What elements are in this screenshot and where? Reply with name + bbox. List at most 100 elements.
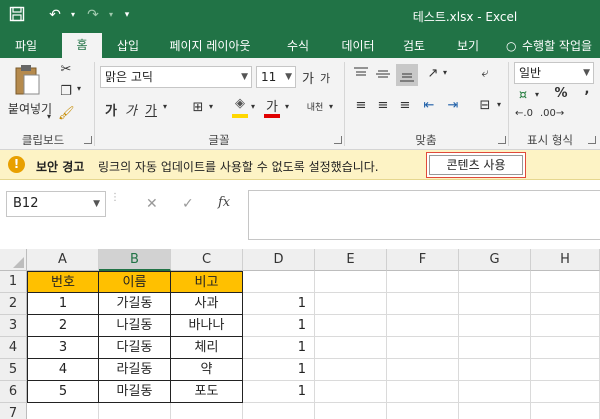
empty-cell[interactable] [315,337,387,359]
align-right-icon[interactable]: ≡ [396,98,414,113]
cancel-icon[interactable]: ✕ [146,196,158,212]
merge-center-icon[interactable]: ⊟ [476,98,494,113]
decrease-indent-icon[interactable]: ⇤ [420,98,438,113]
fill-color-dropdown-icon[interactable]: ▾ [248,102,258,111]
percent-button[interactable]: % [552,86,570,101]
empty-cell[interactable] [387,337,459,359]
align-top-icon[interactable] [352,66,370,86]
cell-a4[interactable]: 3 [27,337,99,359]
phonetic-dropdown-icon[interactable]: ▾ [326,102,336,111]
comma-button[interactable]: , [578,82,596,97]
worksheet-grid[interactable]: A B C D E F G H 1 2 3 4 5 6 7 번호 이름 비고 1… [0,245,600,419]
cell-a2[interactable]: 1 [27,293,99,315]
paste-button[interactable] [10,62,44,102]
row-header-1[interactable]: 1 [0,271,27,293]
tab-file[interactable]: 파일 [6,34,46,58]
tab-home[interactable]: 홈 [62,33,102,58]
merge-dropdown-icon[interactable]: ▾ [494,100,504,109]
font-size-select[interactable]: 11 ▼ [256,66,296,88]
phonetic-button[interactable]: 내천 [304,100,326,113]
border-dropdown-icon[interactable]: ▾ [206,102,216,111]
italic-button[interactable]: 가 [124,100,138,119]
empty-cell[interactable] [387,381,459,403]
empty-cell[interactable] [531,271,600,293]
cell-a5[interactable]: 4 [27,359,99,381]
empty-cell[interactable] [531,359,600,381]
enter-icon[interactable]: ✓ [182,196,194,212]
empty-cell[interactable] [315,403,387,419]
tab-page-layout[interactable]: 페이지 레이아웃 [160,34,260,58]
cell-b6[interactable]: 마길동 [99,381,171,403]
empty-cell[interactable] [315,359,387,381]
column-header-h[interactable]: H [531,249,600,271]
empty-cell[interactable] [171,403,243,419]
tab-data[interactable]: 데이터 [334,34,382,58]
tab-insert[interactable]: 삽입 [106,34,150,58]
orientation-dropdown-icon[interactable]: ▾ [440,68,450,77]
increase-decimal-icon[interactable]: ←.0 [514,108,534,119]
column-header-b[interactable]: B [99,249,171,271]
enable-content-button[interactable]: 콘텐츠 사용 [426,152,526,178]
empty-cell[interactable] [459,271,531,293]
align-middle-icon[interactable] [374,66,392,86]
accounting-format-icon[interactable]: ¤ [514,88,532,103]
row-header-5[interactable]: 5 [0,359,27,381]
cell-d5[interactable]: 1 [243,359,315,381]
tab-view[interactable]: 보기 [446,34,490,58]
cell-c1[interactable]: 비고 [171,271,243,293]
empty-cell[interactable] [315,315,387,337]
cell-c3[interactable]: 바나나 [171,315,243,337]
empty-cell[interactable] [531,337,600,359]
empty-cell[interactable] [459,293,531,315]
font-color-button[interactable]: 가 [264,96,280,115]
cell-d4[interactable]: 1 [243,337,315,359]
empty-cell[interactable] [531,403,600,419]
empty-cell[interactable] [315,293,387,315]
copy-dropdown-icon[interactable]: ▾ [74,84,84,93]
empty-cell[interactable] [27,403,99,419]
copy-icon[interactable]: ❐ [58,84,74,99]
empty-cell[interactable] [315,381,387,403]
empty-cell[interactable] [531,381,600,403]
empty-cell[interactable] [459,337,531,359]
empty-cell[interactable] [387,359,459,381]
column-header-c[interactable]: C [171,249,243,271]
empty-cell[interactable] [315,271,387,293]
border-icon[interactable]: ⊞ [190,100,206,115]
empty-cell[interactable] [459,381,531,403]
column-header-d[interactable]: D [243,249,315,271]
cell-b4[interactable]: 다길동 [99,337,171,359]
underline-button[interactable]: 가 [144,100,158,119]
column-header-e[interactable]: E [315,249,387,271]
empty-cell[interactable] [99,403,171,419]
grow-font-button[interactable]: 가 [300,68,316,87]
number-launcher-icon[interactable] [588,136,596,144]
insert-function-icon[interactable]: fx [218,195,230,210]
empty-cell[interactable] [531,315,600,337]
tab-formulas[interactable]: 수식 [276,34,320,58]
column-header-a[interactable]: A [27,249,99,271]
format-painter-icon[interactable]: 🖌 [58,106,75,121]
empty-cell[interactable] [387,403,459,419]
bold-button[interactable]: 가 [104,100,118,119]
cell-c4[interactable]: 체리 [171,337,243,359]
clipboard-launcher-icon[interactable] [84,136,92,144]
font-name-select[interactable]: 맑은 고딕 ▼ [100,66,252,88]
cell-b2[interactable]: 가길동 [99,293,171,315]
empty-cell[interactable] [243,271,315,293]
paste-dropdown-icon[interactable]: ▾ [44,112,54,121]
row-header-2[interactable]: 2 [0,293,27,315]
cell-b5[interactable]: 라길동 [99,359,171,381]
cell-b1[interactable]: 이름 [99,271,171,293]
row-header-4[interactable]: 4 [0,337,27,359]
tab-tell-me[interactable]: ○ 수행할 작업을 [504,34,600,58]
column-header-g[interactable]: G [459,249,531,271]
empty-cell[interactable] [387,271,459,293]
name-box[interactable]: B12 ▼ [6,191,106,217]
cell-b3[interactable]: 나길동 [99,315,171,337]
align-center-icon[interactable]: ≡ [374,98,392,113]
number-format-select[interactable]: 일반 ▼ [514,62,594,84]
underline-dropdown-icon[interactable]: ▾ [160,102,170,111]
resize-handle-icon[interactable]: ⋮ [110,193,120,215]
cut-icon[interactable]: ✂ [58,62,74,77]
